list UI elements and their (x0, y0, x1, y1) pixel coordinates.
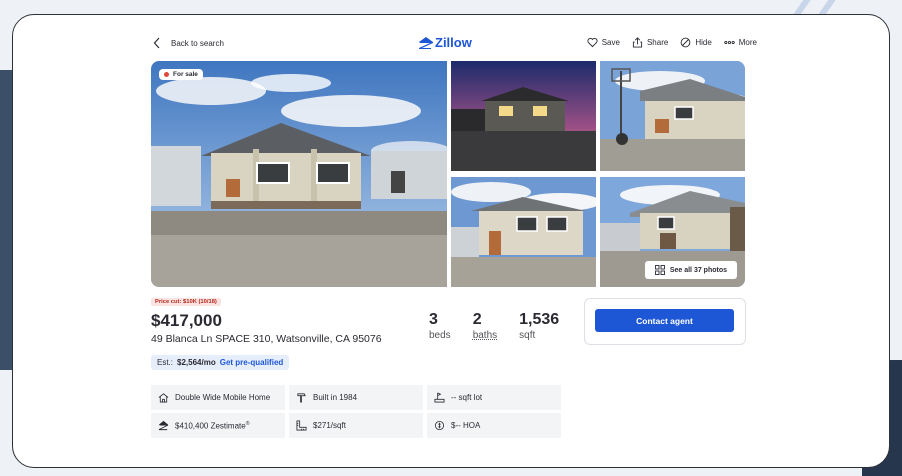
grid-icon (654, 265, 665, 275)
sqft-stat: 1,536 sqft (519, 311, 559, 343)
more-icon (724, 40, 735, 45)
contact-panel: Contact agent (584, 298, 746, 345)
estimated-payment: Est.: $2,564/mo Get pre-qualified (151, 355, 290, 370)
lot-icon (434, 392, 445, 403)
sqft-label: sqft (519, 330, 536, 341)
photo-thumbnail[interactable] (451, 177, 596, 287)
save-button[interactable]: Save (587, 37, 620, 48)
listing-stats: 3 beds 2 baths 1,536 sqft (429, 311, 581, 343)
baths-stat[interactable]: 2 baths (473, 311, 497, 343)
beds-label: beds (429, 330, 451, 341)
share-button[interactable]: Share (632, 37, 668, 48)
facts-grid: Double Wide Mobile Home Built in 1984 --… (151, 385, 561, 438)
fact-built-year-text: Built in 1984 (313, 393, 358, 402)
fact-home-type-text: Double Wide Mobile Home (175, 393, 271, 402)
fact-zestimate[interactable]: $410,400 Zestimate® (151, 413, 285, 438)
more-label: More (738, 38, 757, 47)
estimate-value: $2,564/mo (177, 358, 216, 367)
photo-thumbnail[interactable]: See all 37 photos (600, 177, 745, 287)
zillow-logo-icon (419, 36, 433, 49)
share-label: Share (646, 38, 669, 47)
listing-address: 49 Blanca Ln SPACE 310, Watsonville, CA … (151, 333, 382, 345)
fact-hoa-text: $-- HOA (451, 421, 481, 430)
back-to-search-link[interactable]: Back to search (153, 37, 224, 49)
chevron-left-icon (153, 37, 160, 49)
house-side-image (600, 61, 745, 171)
zestimate-value: $410,400 Zestimate (175, 421, 246, 431)
fact-lot-size-text: -- sqft lot (451, 393, 483, 402)
status-dot (164, 72, 169, 77)
beds-stat: 3 beds (429, 311, 451, 343)
fact-hoa: $-- HOA (427, 413, 561, 438)
house-porch-image (451, 177, 596, 287)
listing-card: Back to search Zillow Save Share Hide Mo… (12, 14, 890, 468)
status-label: For sale (173, 71, 198, 78)
photo-thumbnail[interactable] (600, 61, 745, 171)
fact-zestimate-text: $410,400 Zestimate® (175, 421, 249, 431)
back-label: Back to search (171, 38, 224, 48)
hide-button[interactable]: Hide (680, 37, 712, 48)
more-button[interactable]: More (724, 37, 757, 48)
price-cut-badge: Price cut: $10K (10/18) (151, 298, 221, 306)
baths-label: baths (472, 330, 498, 341)
hide-label: Hide (695, 38, 712, 47)
photo-gallery: For sale See all 37 photos (151, 61, 745, 287)
registered-mark: ® (245, 420, 250, 427)
fact-home-type: Double Wide Mobile Home (151, 385, 285, 410)
status-badge: For sale (159, 69, 203, 80)
ruler-icon (296, 420, 307, 431)
see-all-photos-button[interactable]: See all 37 photos (644, 261, 737, 279)
fact-lot-size: -- sqft lot (427, 385, 561, 410)
logo-text: Zillow (435, 35, 472, 50)
get-prequalified-link[interactable]: Get pre-qualified (220, 358, 284, 367)
top-navigation: Back to search Zillow Save Share Hide Mo… (151, 33, 757, 55)
hide-icon (680, 37, 691, 48)
share-icon (632, 37, 643, 48)
sqft-value: 1,536 (519, 311, 560, 328)
fact-built-year: Built in 1984 (289, 385, 423, 410)
hammer-icon (297, 393, 306, 403)
see-all-label: See all 37 photos (669, 266, 727, 274)
fact-price-per-sqft: $271/sqft (289, 413, 423, 438)
house-photo-image (151, 61, 447, 287)
zillow-logo[interactable]: Zillow (419, 35, 472, 50)
zestimate-icon (158, 420, 169, 431)
estimate-prefix: Est.: (157, 358, 174, 367)
baths-value: 2 (472, 311, 482, 328)
hoa-icon (434, 420, 445, 431)
beds-value: 3 (429, 311, 438, 328)
listing-price: $417,000 (151, 311, 222, 330)
contact-agent-button[interactable]: Contact agent (595, 309, 734, 332)
main-photo[interactable]: For sale (151, 61, 447, 287)
heart-icon (587, 37, 598, 48)
listing-actions: Save Share Hide More (587, 37, 757, 48)
house-dusk-image (451, 61, 596, 171)
photo-thumbnail[interactable] (451, 61, 596, 171)
home-type-icon (158, 393, 169, 403)
fact-price-per-sqft-text: $271/sqft (313, 421, 346, 430)
save-label: Save (601, 38, 620, 47)
